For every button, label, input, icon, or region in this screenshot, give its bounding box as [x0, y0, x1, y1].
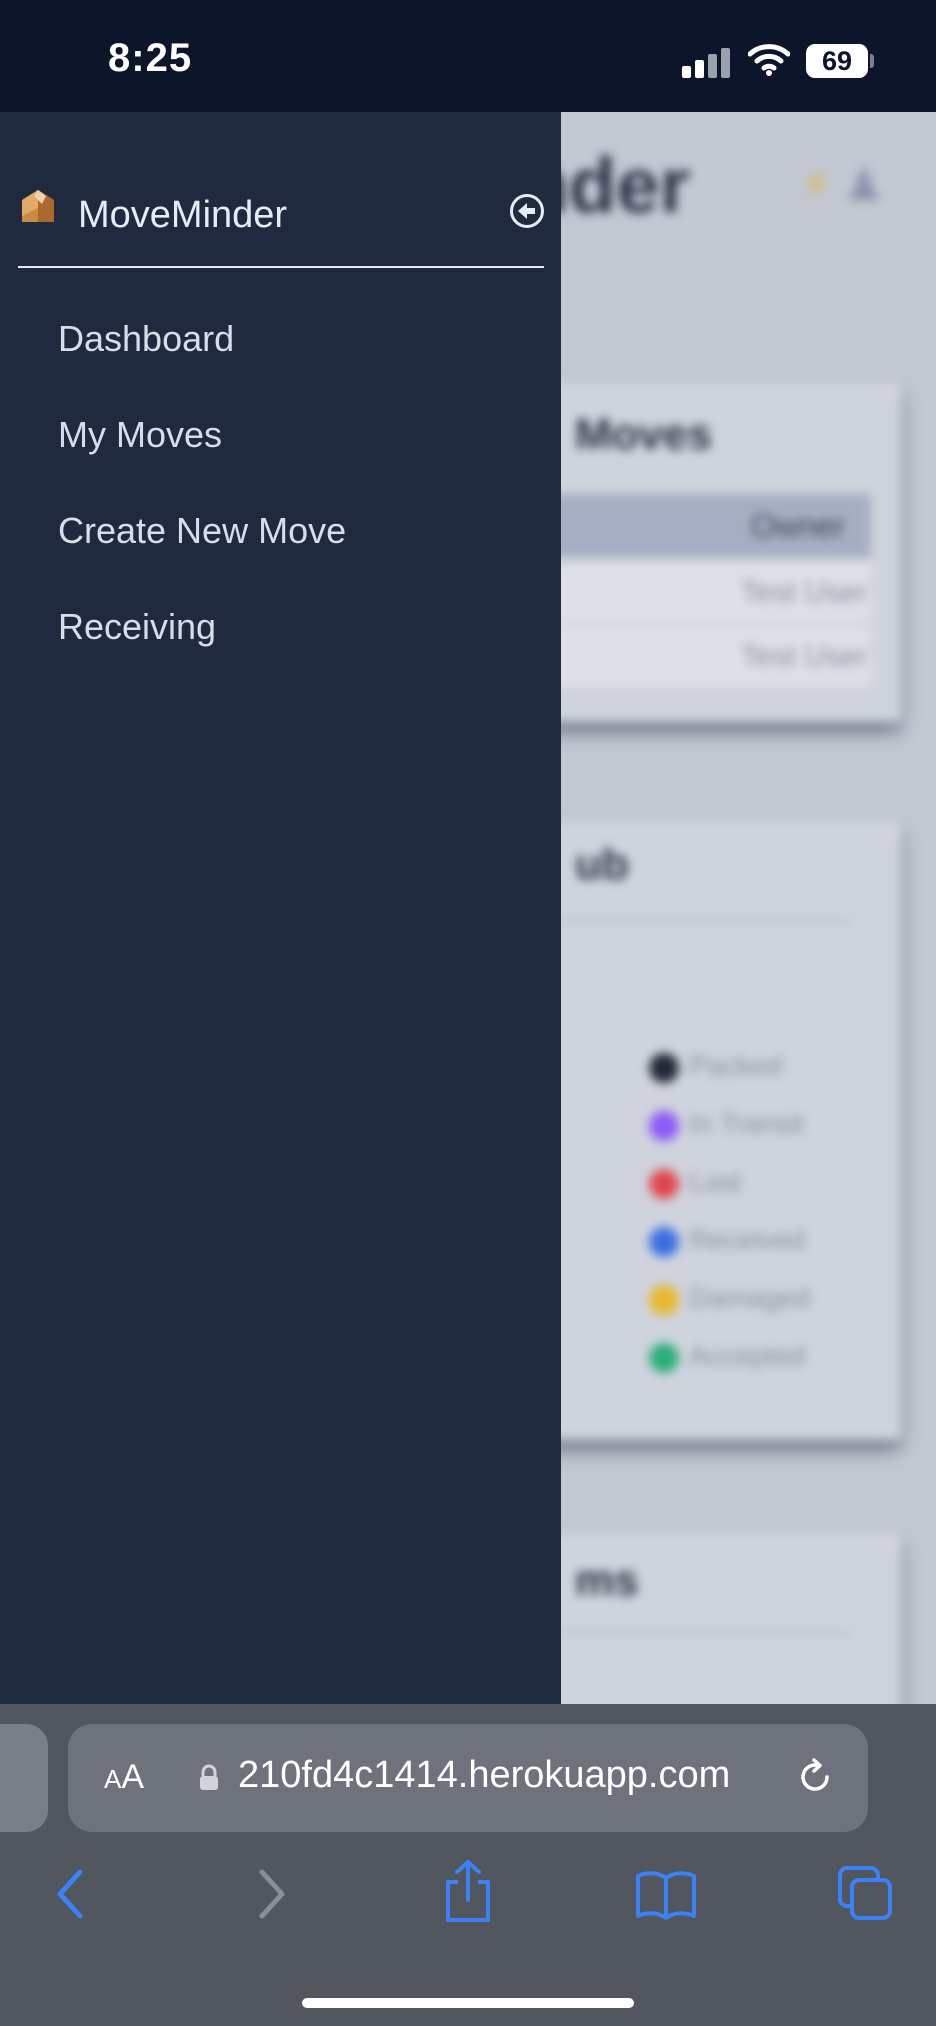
- table-header: Owner: [561, 494, 871, 558]
- browser-toolbar: AAAA 210fd4c1414.herokuapp.com: [0, 1704, 936, 2026]
- box-logo-icon: [22, 190, 54, 222]
- table-row: Test User: [561, 562, 871, 622]
- back-icon[interactable]: [52, 1864, 88, 1924]
- wifi-icon: [748, 44, 790, 76]
- collapse-arrow-icon: [518, 203, 535, 219]
- sidebar-item-create-new-move[interactable]: Create New Move: [58, 510, 346, 552]
- items-card: ms: [561, 1532, 901, 1704]
- legend-item: In Transit: [649, 1108, 804, 1141]
- moves-card: Moves Owner Test User Test User: [561, 382, 901, 722]
- address-bar[interactable]: AAAA 210fd4c1414.herokuapp.com: [68, 1724, 868, 1832]
- legend-item: Damaged: [649, 1282, 810, 1315]
- brand-name[interactable]: MoveMinder: [78, 194, 287, 237]
- tabs-icon[interactable]: [836, 1864, 894, 1922]
- home-indicator: [302, 1998, 634, 2008]
- collapse-sidebar-button[interactable]: [510, 194, 544, 228]
- share-icon[interactable]: [440, 1858, 496, 1924]
- sidebar: MoveMinder Dashboard My Moves Create New…: [0, 112, 561, 1704]
- status-time: 8:25: [108, 36, 193, 80]
- moves-card-title: Moves: [575, 410, 712, 459]
- previous-tab-preview[interactable]: [0, 1724, 48, 1832]
- status-bar: 8:25 69: [0, 0, 936, 112]
- url-text: 210fd4c1414.herokuapp.com: [238, 1754, 731, 1796]
- table-header-owner: Owner: [751, 508, 846, 544]
- background-page: nder ⚡ ♟ Moves Owner Test User Test User…: [561, 112, 936, 1704]
- status-chart-card: ub Packed In Transit Lost Received Damag…: [561, 820, 901, 1440]
- items-card-title: ms: [575, 1556, 639, 1605]
- legend-item: Received: [649, 1224, 806, 1257]
- sidebar-brand: MoveMinder: [18, 186, 544, 268]
- sidebar-item-dashboard[interactable]: Dashboard: [58, 318, 234, 360]
- battery-cap: [870, 54, 874, 68]
- battery-icon: 69: [806, 44, 868, 78]
- chart-card-title: ub: [575, 840, 629, 889]
- card-divider: [561, 920, 851, 922]
- text-size-button[interactable]: AAAA: [104, 1758, 144, 1797]
- signal-icon: [682, 48, 732, 78]
- reload-icon[interactable]: [794, 1756, 836, 1798]
- lock-icon: [200, 1764, 218, 1790]
- bookmarks-icon[interactable]: [634, 1868, 698, 1920]
- card-divider: [561, 1632, 851, 1634]
- sidebar-item-receiving[interactable]: Receiving: [58, 606, 216, 648]
- table-cell: Test User: [741, 640, 868, 673]
- legend-item: Packed: [649, 1050, 782, 1083]
- legend-item: Accepted: [649, 1340, 806, 1373]
- header-icons: ⚡ ♟: [801, 161, 884, 210]
- page-title-fragment: nder: [561, 141, 691, 229]
- sidebar-item-my-moves[interactable]: My Moves: [58, 414, 222, 456]
- legend-item: Lost: [649, 1166, 742, 1199]
- table-cell: Test User: [741, 576, 868, 609]
- forward-icon[interactable]: [254, 1864, 290, 1924]
- table-row: Test User: [561, 626, 871, 686]
